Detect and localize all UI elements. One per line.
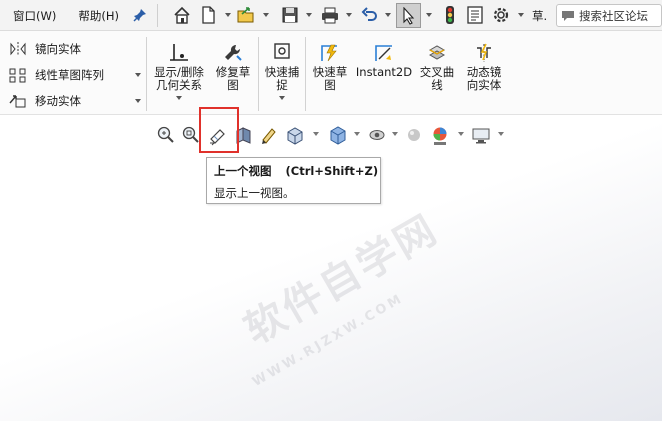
zoom-to-area-icon[interactable] bbox=[181, 124, 201, 146]
view-settings-icon[interactable] bbox=[471, 124, 491, 146]
save-icon[interactable] bbox=[280, 5, 300, 25]
linear-pattern-dropdown-caret[interactable] bbox=[135, 73, 141, 77]
gear-icon[interactable] bbox=[491, 5, 511, 25]
ribbon-item-label: 镜向实体 bbox=[35, 42, 81, 56]
intersection-curve-button[interactable]: 交叉曲 线 bbox=[415, 42, 459, 91]
ribbon-item-move-entities[interactable]: 移动实体 bbox=[8, 90, 81, 112]
open-dropdown-caret[interactable] bbox=[263, 13, 269, 17]
home-icon[interactable] bbox=[172, 5, 192, 25]
top-toolbar: 窗口(W) 帮助(H) 草. 搜索社区论坛 bbox=[0, 0, 662, 31]
apply-scene-caret[interactable] bbox=[458, 132, 464, 136]
quick-snap-button[interactable]: 快速捕 捉 bbox=[261, 42, 303, 100]
button-label: 动态镜 向实体 bbox=[466, 65, 502, 92]
button-label: 快速草 图 bbox=[312, 65, 348, 92]
ribbon-separator bbox=[305, 37, 306, 111]
rebuild-traffic-light-icon[interactable] bbox=[440, 5, 460, 25]
dynamic-mirror-button[interactable]: 动态镜 向实体 bbox=[461, 42, 507, 91]
search-input[interactable]: 搜索社区论坛 bbox=[556, 4, 662, 27]
menu-help[interactable]: 帮助(H) bbox=[71, 8, 126, 24]
hide-show-items-icon[interactable] bbox=[367, 124, 387, 146]
menu-bar: 窗口(W) 帮助(H) bbox=[6, 0, 126, 31]
open-folder-icon[interactable] bbox=[236, 5, 256, 25]
undo-icon[interactable] bbox=[360, 5, 380, 25]
tooltip-description: 显示上一视图。 bbox=[214, 186, 295, 200]
file-properties-icon[interactable] bbox=[465, 5, 485, 25]
tooltip: 上一个视图 (Ctrl+Shift+Z) 显示上一视图。 bbox=[206, 157, 381, 204]
quick-snap-icon bbox=[274, 43, 290, 59]
zoom-to-fit-icon[interactable] bbox=[156, 124, 176, 146]
button-label: 修复草 图 bbox=[215, 65, 251, 92]
rapid-sketch-icon bbox=[321, 44, 337, 62]
print-dropdown-caret[interactable] bbox=[346, 13, 352, 17]
button-label: 交叉曲 线 bbox=[419, 65, 455, 92]
ribbon-item-label: 移动实体 bbox=[35, 94, 81, 108]
repair-sketch-icon bbox=[225, 44, 242, 61]
undo-dropdown-caret[interactable] bbox=[385, 13, 391, 17]
new-document-icon[interactable] bbox=[198, 5, 218, 25]
search-placeholder: 搜索社区论坛 bbox=[579, 8, 648, 23]
button-label: Instant2D bbox=[355, 65, 413, 79]
cursor-arrow-icon bbox=[403, 7, 415, 25]
options-dropdown-caret[interactable] bbox=[518, 13, 524, 17]
pin-icon[interactable] bbox=[133, 8, 147, 22]
ribbon-separator bbox=[258, 37, 259, 111]
tooltip-title-row: 上一个视图 (Ctrl+Shift+Z) bbox=[214, 163, 378, 179]
menu-window[interactable]: 窗口(W) bbox=[6, 8, 63, 24]
quick-snap-dropdown-caret[interactable] bbox=[279, 96, 285, 100]
tooltip-title: 上一个视图 bbox=[214, 164, 272, 178]
rapid-sketch-button[interactable]: 快速草 图 bbox=[308, 42, 352, 91]
print-icon[interactable] bbox=[320, 5, 340, 25]
hide-show-caret[interactable] bbox=[392, 132, 398, 136]
dynamic-annotation-icon[interactable] bbox=[259, 124, 279, 146]
linear-pattern-icon bbox=[9, 68, 26, 83]
display-style-icon[interactable] bbox=[328, 124, 348, 146]
view-settings-caret[interactable] bbox=[498, 132, 504, 136]
tooltip-shortcut: (Ctrl+Shift+Z) bbox=[285, 164, 379, 178]
relations-dropdown-caret[interactable] bbox=[176, 96, 182, 100]
move-entities-icon bbox=[9, 95, 26, 108]
ribbon-separator bbox=[146, 37, 147, 111]
button-label: 快速捕 捉 bbox=[264, 65, 300, 92]
ribbon-item-label: 线性草图阵列 bbox=[35, 68, 104, 82]
edit-appearance-icon[interactable] bbox=[404, 124, 424, 146]
button-label: 显示/删除 几何关系 bbox=[154, 65, 204, 92]
toolbar-separator bbox=[157, 4, 158, 27]
repair-sketch-button[interactable]: 修复草 图 bbox=[211, 42, 255, 91]
mirror-entities-icon bbox=[10, 42, 26, 56]
dynamic-mirror-icon bbox=[477, 43, 491, 62]
ribbon-item-linear-pattern[interactable]: 线性草图阵列 bbox=[8, 64, 104, 86]
move-dropdown-caret[interactable] bbox=[135, 99, 141, 103]
select-button[interactable] bbox=[396, 3, 421, 28]
select-dropdown-caret[interactable] bbox=[426, 13, 432, 17]
overflow-menu-label[interactable]: 草. bbox=[532, 8, 547, 24]
save-dropdown-caret[interactable] bbox=[306, 13, 312, 17]
display-delete-relations-button[interactable]: 显示/删除 几何关系 bbox=[151, 42, 207, 100]
new-dropdown-caret[interactable] bbox=[225, 13, 231, 17]
apply-scene-icon[interactable] bbox=[430, 124, 450, 146]
relations-icon bbox=[170, 44, 188, 61]
display-style-caret[interactable] bbox=[354, 132, 360, 136]
ribbon: 镜向实体 线性草图阵列 移动实体 显示/删除 几何关系 修复草 图 快速捕 捉 … bbox=[0, 31, 662, 115]
highlight-box bbox=[199, 107, 239, 153]
chat-bubble-icon bbox=[562, 11, 574, 21]
instant2d-button[interactable]: Instant2D bbox=[355, 42, 413, 79]
instant2d-icon bbox=[375, 45, 392, 61]
view-orientation-caret[interactable] bbox=[313, 132, 319, 136]
ribbon-item-mirror-entities[interactable]: 镜向实体 bbox=[8, 38, 81, 60]
intersection-curve-icon bbox=[428, 45, 446, 60]
view-orientation-icon[interactable] bbox=[285, 124, 305, 146]
